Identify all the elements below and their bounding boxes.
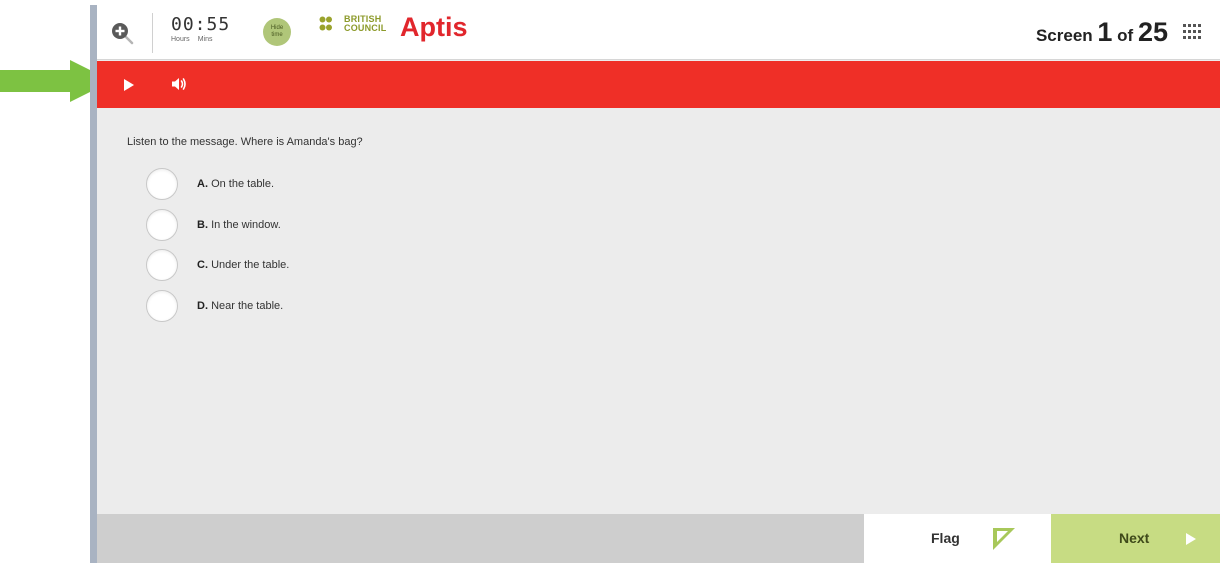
timer-mins-label: Mins <box>197 36 213 43</box>
header-divider <box>152 13 153 53</box>
next-button[interactable]: Next <box>1051 514 1220 563</box>
hide-time-line2: time <box>271 32 283 38</box>
audio-toolbar <box>97 61 1220 108</box>
play-icon[interactable] <box>123 79 135 91</box>
flag-label: Flag <box>931 530 960 546</box>
header-bar: 00:55 Hours Mins Hide time BRITISH COUNCI… <box>97 5 1220 60</box>
option-d-letter: D. <box>197 299 208 312</box>
zoom-in-icon <box>112 23 134 45</box>
screen-of: of <box>1117 26 1134 45</box>
test-app: 00:55 Hours Mins Hide time BRITISH COUNCI… <box>97 5 1220 563</box>
option-a-letter: A. <box>197 178 208 191</box>
option-c-text: C. Under the table. <box>197 259 289 271</box>
option-c-label: Under the table. <box>211 259 290 272</box>
option-c[interactable]: C. Under the table. <box>146 245 289 286</box>
option-d-label: Near the table. <box>211 299 284 312</box>
bc-line2: COUNCIL <box>344 23 387 33</box>
footer-bar: Flag Next <box>97 514 1220 563</box>
british-council-wordmark: BRITISH COUNCIL <box>344 15 386 33</box>
option-b-label: In the window. <box>211 218 281 231</box>
zoom-button[interactable] <box>107 18 137 48</box>
british-council-logo-icon <box>319 16 332 31</box>
timer: 00:55 Hours Mins <box>171 14 231 44</box>
option-b[interactable]: B. In the window. <box>146 205 289 246</box>
question-prompt: Listen to the message. Where is Amanda's… <box>127 136 363 148</box>
option-d-radio[interactable] <box>146 289 178 322</box>
timer-units: Hours Mins <box>171 36 230 43</box>
option-a-label: On the table. <box>211 178 275 191</box>
option-b-radio[interactable] <box>146 208 178 241</box>
next-label: Next <box>1119 530 1150 546</box>
screen-prefix: Screen <box>1035 26 1093 45</box>
option-c-letter: C. <box>197 259 208 272</box>
flag-icon <box>993 528 1015 550</box>
timer-value: 00:55 <box>171 14 231 35</box>
hide-time-line1: Hide <box>270 25 284 31</box>
screen-current: 1 <box>1097 17 1113 47</box>
option-b-letter: B. <box>197 218 208 231</box>
grid-icon[interactable] <box>1183 24 1202 39</box>
screen-total: 25 <box>1137 17 1168 47</box>
option-a-text: A. On the table. <box>197 178 274 190</box>
screen-counter: Screen 1 of 25 <box>1036 15 1168 53</box>
option-a[interactable]: A. On the table. <box>146 164 289 205</box>
volume-icon[interactable] <box>171 76 187 92</box>
timer-hours-label: Hours <box>171 36 190 43</box>
left-rail <box>90 5 97 563</box>
option-c-radio[interactable] <box>146 249 178 282</box>
flag-button[interactable]: Flag <box>864 514 1051 563</box>
option-d[interactable]: D. Near the table. <box>146 286 289 327</box>
chevron-right-icon <box>1186 533 1196 545</box>
answer-options: A. On the table. B. In the window. C. Un… <box>146 164 289 326</box>
option-b-text: B. In the window. <box>197 219 281 231</box>
hide-time-button[interactable]: Hide time <box>263 18 291 46</box>
option-d-text: D. Near the table. <box>197 300 283 312</box>
aptis-logo: Aptis <box>400 12 468 42</box>
option-a-radio[interactable] <box>146 168 178 201</box>
